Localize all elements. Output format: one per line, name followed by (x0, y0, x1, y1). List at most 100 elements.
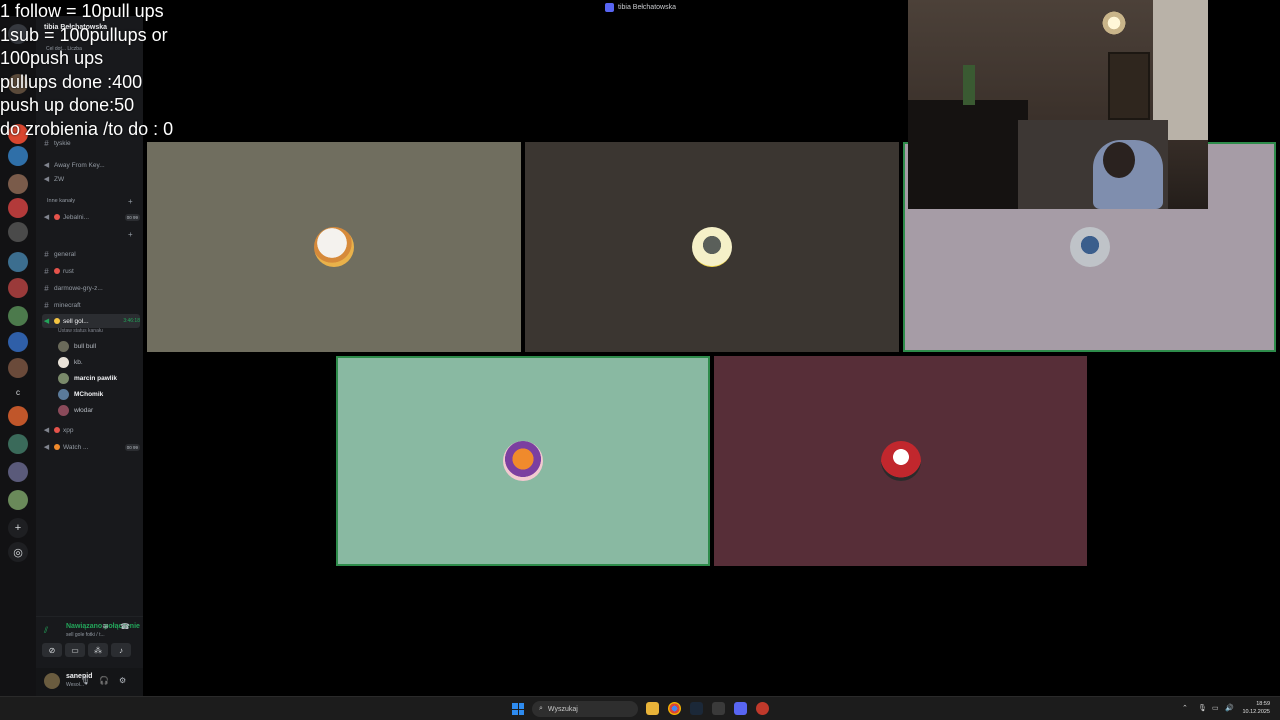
category-inne-kanaly[interactable]: Inne kanały + (44, 197, 133, 206)
speaker-icon: ◀ (43, 318, 50, 325)
server-icon-6[interactable] (8, 222, 28, 242)
hash-icon: # (44, 300, 49, 310)
server-icon (605, 3, 614, 12)
chrome-icon[interactable] (668, 702, 681, 715)
channel-rust[interactable]: # rust (42, 264, 140, 278)
member-name: włodar (74, 406, 94, 414)
channel-label: rust (63, 267, 74, 275)
camera-button[interactable]: ⊘ (42, 643, 62, 657)
participant-tile[interactable] (714, 356, 1087, 566)
file-explorer-icon[interactable] (646, 702, 659, 715)
server-icon-14[interactable] (8, 462, 28, 482)
overlay-line: do zrobienia /to do : 0 (0, 118, 174, 139)
webcam-chandelier (1100, 8, 1128, 38)
voice-member[interactable]: kb. (58, 355, 83, 369)
clock-time: 18:59 (1256, 701, 1270, 707)
avatar (58, 372, 69, 384)
activities-button[interactable]: ⁂ (88, 643, 108, 657)
taskbar-search[interactable]: ⌕ Wyszukaj (532, 701, 638, 717)
member-name: MChomik (74, 390, 104, 398)
channel-minecraft[interactable]: # minecraft (42, 298, 140, 312)
camera-off-icon: ⊘ (48, 645, 56, 655)
microphone-tray-icon[interactable]: 🎙 (1198, 704, 1207, 712)
polar-bear-avatar (314, 227, 354, 267)
server-icon-4[interactable] (8, 174, 28, 194)
noise-suppression-icon[interactable]: ≋ (102, 622, 109, 631)
soundboard-button[interactable]: ♪ (111, 643, 131, 657)
webcam-cabinet (1153, 0, 1208, 140)
screen-share-button[interactable]: ▭ (65, 643, 85, 657)
server-letter-c[interactable]: c (8, 382, 28, 402)
channel-watch[interactable]: ◀ Watch ... 00 99 (42, 440, 140, 454)
channel-label: xpp (63, 426, 74, 434)
screen-share-icon: ▭ (71, 645, 79, 655)
emoji-icon (54, 214, 60, 220)
hash-icon: # (44, 283, 49, 293)
app-icon[interactable] (712, 702, 725, 715)
steam-icon[interactable] (690, 702, 703, 715)
police-avatar (880, 441, 921, 481)
server-icon-15[interactable] (8, 490, 28, 510)
category-label: Inne kanały (47, 198, 76, 204)
server-icon-5[interactable] (8, 198, 28, 218)
windows-start-icon[interactable] (512, 703, 524, 715)
voice-member[interactable]: marcin pawlik (58, 371, 117, 385)
disconnect-icon[interactable]: ☎ (120, 622, 130, 631)
participant-tile-speaking[interactable] (336, 356, 710, 566)
channel-label: darmowe-gry-z... (54, 284, 103, 292)
voice-channel-name[interactable]: sell gole fotki / t... (66, 632, 105, 638)
network-icon[interactable]: ▭ (1212, 704, 1219, 712)
emoji-icon (54, 318, 60, 324)
webcam-desk (908, 100, 1028, 209)
person-avatar (1069, 227, 1110, 267)
channel-label: Jebalni... (63, 213, 90, 221)
channel-label: ZW (54, 175, 65, 183)
channel-status-hint[interactable]: Ustaw status kanału (58, 328, 103, 334)
add-channel-icon[interactable]: + (128, 197, 133, 206)
add-channel-icon[interactable]: + (128, 230, 133, 239)
voice-connection-panel: ⫽ Nawiązano połączenie sell gole fotki /… (36, 616, 143, 668)
channel-sell-gol[interactable]: ◀ sell gol... 3:46:18 (42, 314, 140, 328)
server-icon-3[interactable] (8, 146, 28, 166)
server-icon-12[interactable] (8, 406, 28, 426)
voice-member[interactable]: włodar (58, 403, 93, 417)
channel-general[interactable]: # general (42, 247, 140, 261)
discover-icon[interactable]: ◎ (8, 542, 28, 562)
server-icon-11[interactable] (8, 358, 28, 378)
cartoon-avatar (692, 227, 732, 267)
avatar (58, 388, 69, 400)
overlay-line: 1sub = 100pullups or (0, 24, 168, 45)
add-server-icon[interactable]: + (8, 518, 28, 538)
server-icon-8[interactable] (8, 278, 28, 298)
microphone-icon[interactable]: 🎙 (80, 676, 90, 685)
call-duration: 3:46:18 (123, 318, 140, 324)
participant-tile[interactable] (525, 142, 899, 352)
taskbar-clock[interactable]: 18:59 10.12.2025 (1240, 700, 1270, 716)
obs-icon[interactable] (756, 702, 769, 715)
volume-icon[interactable]: 🔊 (1225, 704, 1234, 712)
stream-overlay: 1 follow = 10pull ups 1sub = 100pullups … (0, 0, 173, 142)
channel-zw[interactable]: ◀ ZW (42, 172, 140, 186)
channel-afk[interactable]: ◀ Away From Key... (42, 158, 140, 172)
avatar (58, 404, 69, 416)
headphones-icon[interactable]: 🎧 (99, 676, 109, 685)
server-icon-7[interactable] (8, 252, 28, 272)
server-icon-13[interactable] (8, 434, 28, 454)
channel-jebalni[interactable]: ◀ Jebalni... 00 99 (42, 210, 140, 224)
discord-icon[interactable] (734, 702, 747, 715)
chevron-up-icon[interactable]: ⌃ (1182, 704, 1188, 712)
settings-gear-icon[interactable]: ⚙ (119, 676, 126, 685)
user-panel: sanepid Wesoł... 🎙 🎧 ⚙ (36, 668, 143, 696)
voice-member[interactable]: MChomik (58, 387, 103, 401)
signal-icon[interactable]: ⫽ (44, 625, 48, 636)
user-limit-badge: 00 99 (124, 213, 140, 221)
channel-xpp[interactable]: ◀ xpp (42, 423, 140, 437)
server-icon-10[interactable] (8, 332, 28, 352)
speaker-icon: ◀ (43, 444, 50, 451)
avatar[interactable] (44, 673, 60, 689)
voice-member[interactable]: bull bull (58, 339, 96, 353)
overlay-line: 100push ups (0, 48, 104, 69)
channel-darmowe-gry[interactable]: # darmowe-gry-z... (42, 281, 140, 295)
participant-tile[interactable] (147, 142, 521, 352)
server-icon-9[interactable] (8, 306, 28, 326)
